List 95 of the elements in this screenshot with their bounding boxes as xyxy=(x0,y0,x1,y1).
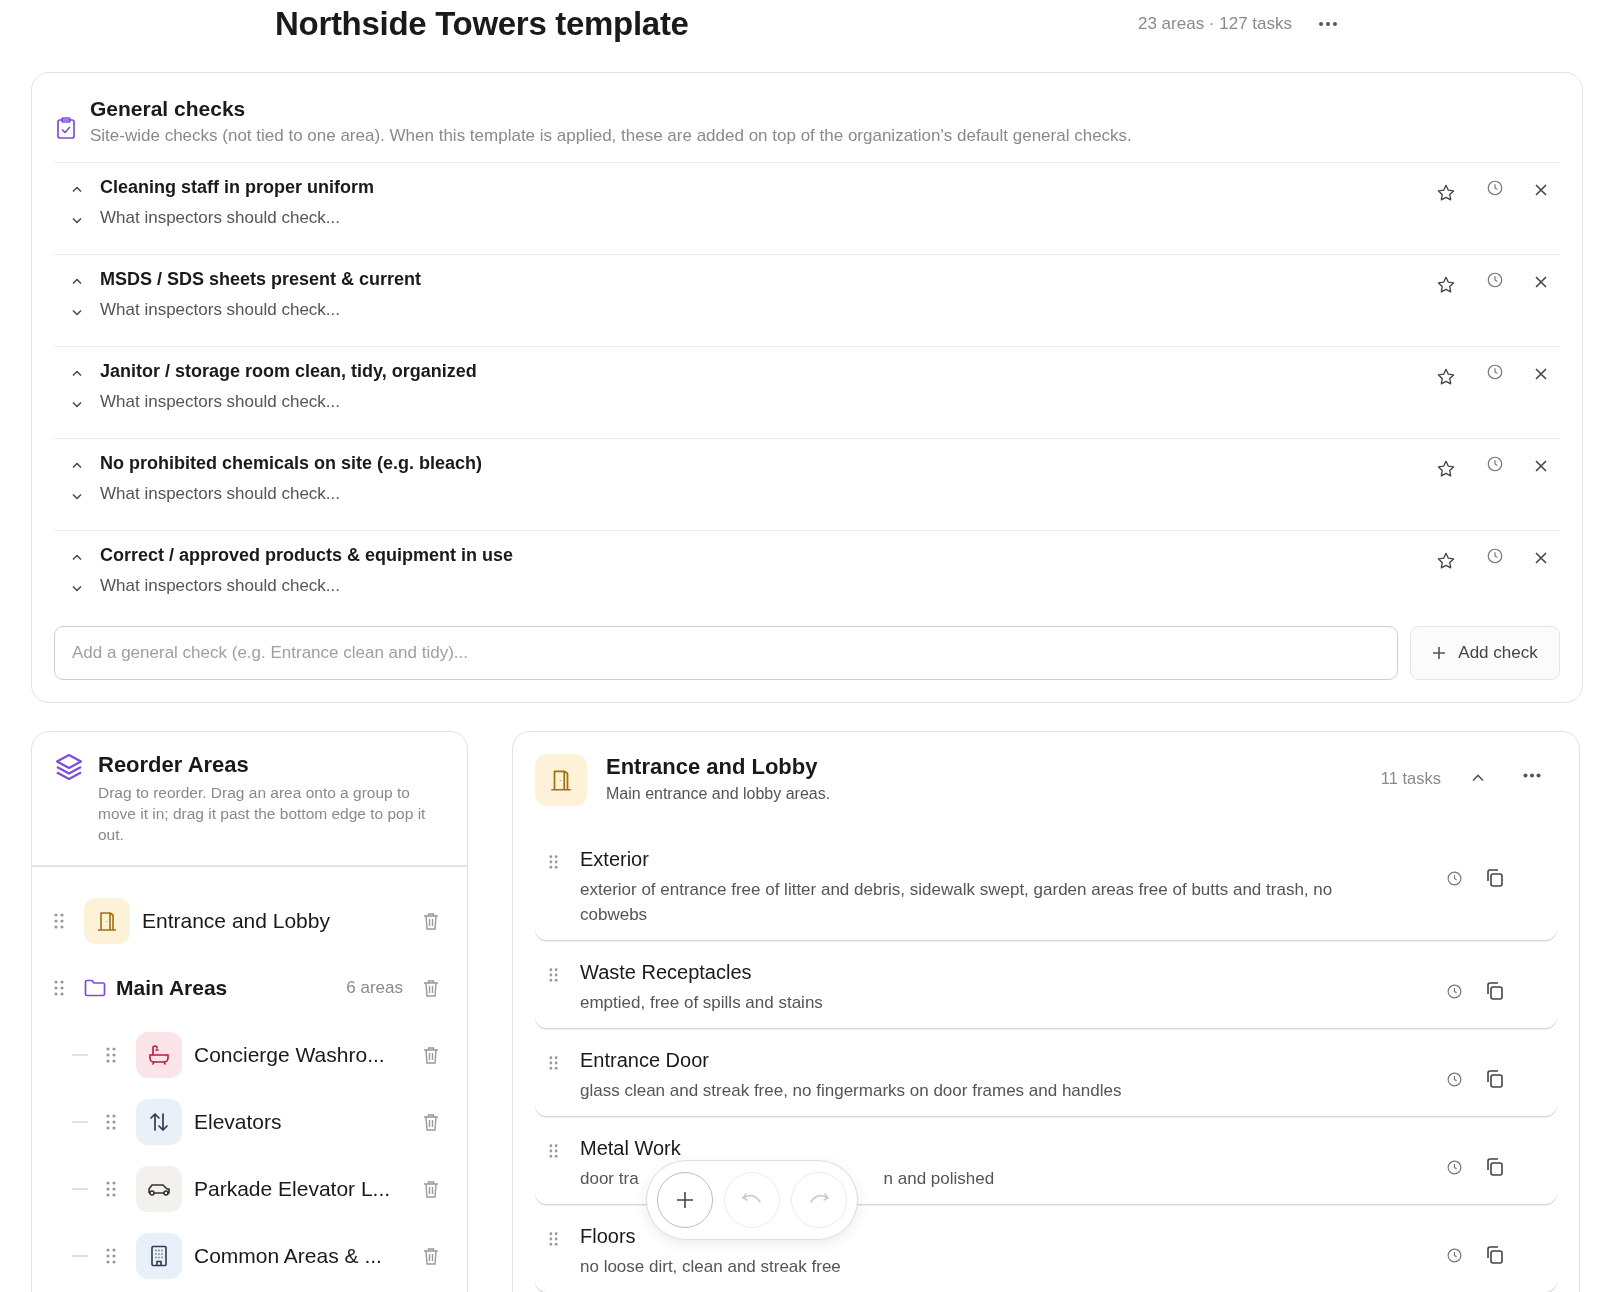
task-title[interactable]: Entrance Door xyxy=(580,1049,1446,1072)
area-name[interactable]: Parkade Elevator L... xyxy=(194,1176,423,1201)
area-name[interactable]: Elevators xyxy=(194,1109,423,1134)
move-up-icon[interactable] xyxy=(71,369,83,377)
task-description: no loose dirt, clean and streak free xyxy=(580,1256,842,1278)
clock-icon[interactable] xyxy=(1446,1157,1463,1177)
area-name[interactable]: Concierge Washro... xyxy=(194,1042,423,1067)
trash-icon[interactable] xyxy=(423,1045,439,1064)
plus-icon xyxy=(675,1190,695,1210)
clock-icon[interactable] xyxy=(1486,455,1504,473)
area-title: Entrance and Lobby xyxy=(606,754,819,780)
drag-handle-icon[interactable] xyxy=(549,1144,558,1158)
task-description: n and polished xyxy=(883,1168,995,1190)
drag-handle-icon[interactable] xyxy=(549,968,558,982)
move-up-icon[interactable] xyxy=(71,277,83,285)
check-title[interactable]: Cleaning staff in proper uniform xyxy=(100,175,1436,198)
star-icon[interactable] xyxy=(1436,459,1456,479)
drag-handle-icon[interactable] xyxy=(106,1180,116,1197)
task-title[interactable]: Floors xyxy=(580,1225,1446,1248)
task-title[interactable]: Waste Receptacles xyxy=(580,961,1446,984)
clock-icon[interactable] xyxy=(1486,547,1504,565)
close-icon[interactable] xyxy=(1534,183,1548,197)
trash-icon[interactable] xyxy=(423,978,439,997)
collapse-icon[interactable] xyxy=(1471,773,1485,782)
clock-icon[interactable] xyxy=(1446,868,1463,888)
group-name[interactable]: Main Areas xyxy=(116,975,347,1000)
add-check-button[interactable]: Add check xyxy=(1410,626,1560,680)
move-down-icon[interactable] xyxy=(71,309,83,317)
drag-handle-icon[interactable] xyxy=(54,912,64,929)
clock-icon[interactable] xyxy=(1486,363,1504,381)
drag-handle-icon[interactable] xyxy=(106,1046,116,1063)
clock-icon[interactable] xyxy=(1486,271,1504,289)
move-down-icon[interactable] xyxy=(71,401,83,409)
star-icon[interactable] xyxy=(1436,367,1456,387)
move-up-icon[interactable] xyxy=(71,553,83,561)
move-up-icon[interactable] xyxy=(71,185,83,193)
move-up-icon[interactable] xyxy=(71,461,83,469)
clock-icon[interactable] xyxy=(1486,179,1504,197)
clock-icon[interactable] xyxy=(1446,981,1463,1001)
area-name[interactable]: Entrance and Lobby xyxy=(142,908,423,933)
task-description: exterior of entrance free of litter and debris, sidewalk swept, garden areas free of butts and trash, no cobwebs xyxy=(580,879,1334,926)
clipboard-check-icon xyxy=(56,117,76,139)
task-count: 11 tasks xyxy=(1380,769,1441,788)
drag-handle-icon[interactable] xyxy=(549,1232,558,1246)
star-icon[interactable] xyxy=(1436,551,1456,571)
star-icon[interactable] xyxy=(1436,275,1456,295)
trash-icon[interactable] xyxy=(423,1179,439,1198)
check-title[interactable]: MSDS / SDS sheets present & current xyxy=(100,267,1436,290)
task-title[interactable]: Metal Work xyxy=(580,1137,1446,1160)
section-description: Site-wide checks (not tied to one area). When this template is applied, these are added on top of the organization's default general checks. xyxy=(90,126,1132,146)
drag-handle-icon[interactable] xyxy=(549,855,558,869)
drag-handle-icon[interactable] xyxy=(549,1056,558,1070)
task-title[interactable]: Exterior xyxy=(580,848,1446,871)
close-icon[interactable] xyxy=(1534,459,1548,473)
more-icon[interactable] xyxy=(1523,773,1541,778)
trash-icon[interactable] xyxy=(423,911,439,930)
move-down-icon[interactable] xyxy=(71,217,83,225)
area-name[interactable]: Common Areas & ... xyxy=(194,1243,423,1268)
drag-handle-icon[interactable] xyxy=(106,1247,116,1264)
clock-icon[interactable] xyxy=(1446,1245,1463,1265)
trash-icon[interactable] xyxy=(423,1112,439,1131)
copy-icon[interactable] xyxy=(1485,1245,1505,1265)
copy-icon[interactable] xyxy=(1485,1157,1505,1177)
move-down-icon[interactable] xyxy=(71,493,83,501)
door-icon xyxy=(535,754,587,806)
template-title: Northside Towers template xyxy=(275,5,689,43)
drag-handle-icon[interactable] xyxy=(54,979,64,996)
check-title[interactable]: No prohibited chemicals on site (e.g. bleach) xyxy=(100,451,1436,474)
copy-icon[interactable] xyxy=(1485,981,1505,1001)
plus-icon xyxy=(1432,646,1447,660)
close-icon[interactable] xyxy=(1534,367,1548,381)
layers-icon xyxy=(54,752,84,782)
more-icon[interactable] xyxy=(1318,21,1338,27)
panel-description: Drag to reorder. Drag an area onto a group to move it in; drag it past the bottom edge to pop it out. xyxy=(98,783,427,845)
folder-icon xyxy=(84,978,106,997)
drag-handle-icon[interactable] xyxy=(106,1113,116,1130)
copy-icon[interactable] xyxy=(1485,1069,1505,1089)
section-title: General checks xyxy=(90,97,247,121)
area-subtitle: Main entrance and lobby areas. xyxy=(606,785,832,803)
add-check-field[interactable]: Add a general check (e.g. Entrance clean and tidy)... xyxy=(54,626,1398,680)
move-down-icon[interactable] xyxy=(71,585,83,593)
trash-icon[interactable] xyxy=(423,1246,439,1265)
panel-title: Reorder Areas xyxy=(98,752,250,778)
clock-icon[interactable] xyxy=(1446,1069,1463,1089)
star-icon[interactable] xyxy=(1436,183,1456,203)
area-count: 6 areas xyxy=(346,977,403,998)
close-icon[interactable] xyxy=(1534,275,1548,289)
copy-icon[interactable] xyxy=(1485,868,1505,888)
check-title[interactable]: Janitor / storage room clean, tidy, organized xyxy=(100,359,1436,382)
task-description: glass clean and streak free, no fingermarks on door frames and handles xyxy=(580,1080,1123,1102)
template-summary: 23 areas · 127 tasks xyxy=(1137,14,1292,34)
task-description: door tra xyxy=(580,1168,639,1190)
check-title[interactable]: Correct / approved products & equipment in use xyxy=(100,543,1436,566)
task-description: emptied, free of spills and stains xyxy=(580,992,824,1014)
close-icon[interactable] xyxy=(1534,551,1548,565)
